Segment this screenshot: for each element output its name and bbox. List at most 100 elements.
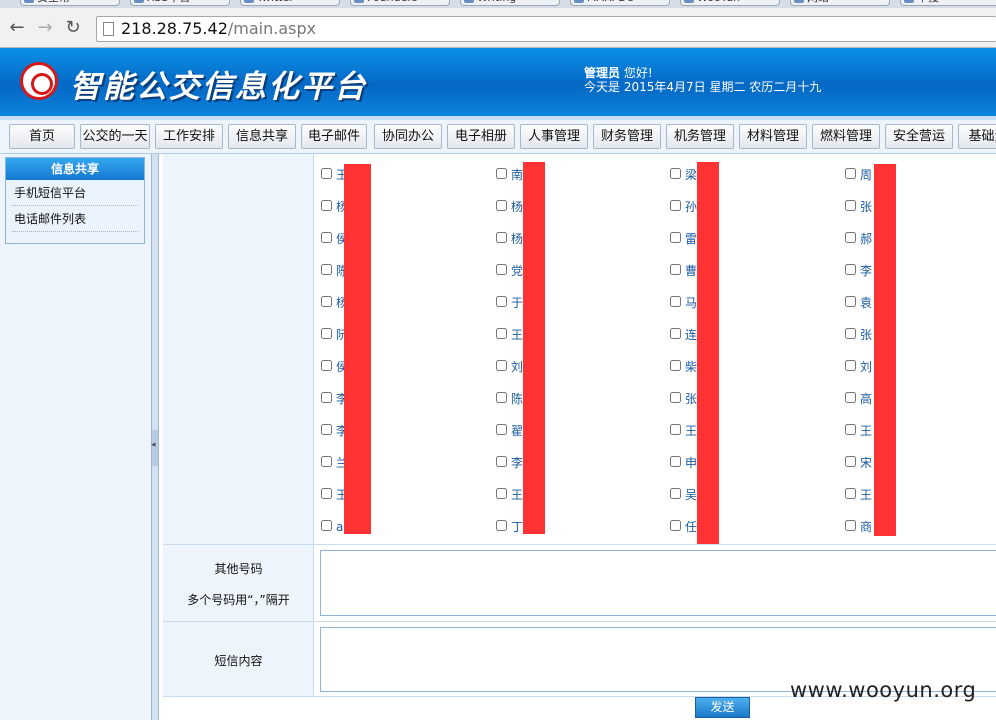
recipient-checkbox[interactable] [496,520,507,531]
recipient-checkbox[interactable] [496,360,507,371]
menu-item[interactable]: 安全营运 [885,124,953,149]
recipient-checkbox[interactable] [670,360,681,371]
recipient-checkbox[interactable] [845,424,856,435]
tab-close-icon[interactable]: ✕ [767,0,775,4]
recipient-checkbox[interactable] [496,456,507,467]
recipient-checkbox[interactable] [670,328,681,339]
recipient-checkbox[interactable] [845,520,856,531]
recipient-checkbox[interactable] [845,168,856,179]
menu-item[interactable]: 机务管理 [666,124,734,149]
recipient-checkbox[interactable] [496,392,507,403]
menu-item[interactable]: 电子相册 [447,124,515,149]
recipient-name: 雷 [685,232,698,246]
recipient-checkbox[interactable] [496,296,507,307]
recipient-checkbox[interactable] [321,520,332,531]
recipient-checkbox[interactable] [845,488,856,499]
recipient-checkbox[interactable] [496,488,507,499]
recipient-checkbox[interactable] [845,232,856,243]
recipient-checkbox[interactable] [670,168,681,179]
browser-tab[interactable]: Founders ✕ [350,0,450,6]
recipient-checkbox[interactable] [496,264,507,275]
recipient-checkbox[interactable] [670,424,681,435]
recipient-checkbox[interactable] [670,296,681,307]
sidebar-splitter[interactable] [151,154,159,720]
tab-close-icon[interactable]: ✕ [987,0,995,4]
sms-content-label: 短信内容 [214,654,263,668]
browser-tab[interactable]: XSS平台 ✕ [130,0,230,6]
recipient-checkbox[interactable] [321,200,332,211]
send-button[interactable]: 发送 [695,697,750,718]
recipient-checkbox[interactable] [496,424,507,435]
tab-label: 安全帮 [37,0,70,4]
browser-tab[interactable]: Twitter ✕ [240,0,340,6]
recipient-checkbox[interactable] [321,264,332,275]
browser-tab[interactable]: MAR. De ✕ [570,0,670,6]
recipient-checkbox[interactable] [321,296,332,307]
menu-item[interactable]: 燃料管理 [812,124,880,149]
browser-tab-strip: 安全帮✕XSS平台✕Twitter✕Founders✕Writing✕MAR. … [0,0,996,8]
recipient-checkbox[interactable] [670,200,681,211]
collapse-sidebar-icon[interactable] [151,430,158,466]
browser-tab[interactable]: 安全帮 ✕ [20,0,120,6]
recipient-checkbox[interactable] [321,360,332,371]
browser-tab[interactable]: 网络 ✕ [790,0,890,6]
recipient-checkbox[interactable] [321,424,332,435]
recipient-checkbox[interactable] [670,520,681,531]
menu-item[interactable]: 电子邮件 [301,124,367,149]
recipient-checkbox[interactable] [321,232,332,243]
recipient-checkbox[interactable] [670,264,681,275]
menu-item[interactable]: 材料管理 [739,124,807,149]
address-bar[interactable]: 218.28.75.42/main.aspx [96,16,996,42]
sidebar-link-phone-email-list[interactable]: 电话邮件列表 [12,206,138,232]
tab-close-icon[interactable]: ✕ [437,0,445,4]
menu-item[interactable]: 基础资 [958,124,996,149]
recipient-name: 李 [511,456,524,470]
recipient-checkbox[interactable] [496,328,507,339]
recipient-checkbox[interactable] [845,328,856,339]
recipient-checkbox[interactable] [845,392,856,403]
menu-item[interactable]: 人事管理 [520,124,588,149]
recipient-checkbox[interactable] [496,232,507,243]
browser-tab[interactable]: Writing ✕ [460,0,560,6]
menu-item[interactable]: 财务管理 [593,124,661,149]
tab-close-icon[interactable]: ✕ [547,0,555,4]
recipient-checkbox[interactable] [845,360,856,371]
menu-item[interactable]: 协同办公 [374,124,442,149]
recipient-checkbox[interactable] [496,200,507,211]
recipient-name: 曹 [685,264,698,278]
recipient-checkbox[interactable] [670,392,681,403]
greeting-text: 您好! [623,66,653,80]
browser-tab[interactable]: 中搜 ✕ [900,0,996,6]
menu-item[interactable]: 信息共享 [228,124,296,149]
recipient-checkbox[interactable] [321,488,332,499]
forward-arrow-icon[interactable]: → [34,17,56,39]
recipient-checkbox[interactable] [670,488,681,499]
other-numbers-input[interactable] [320,550,996,616]
recipient-checkbox[interactable] [321,392,332,403]
tab-close-icon[interactable]: ✕ [657,0,665,4]
tab-close-icon[interactable]: ✕ [217,0,225,4]
browser-tab[interactable]: WooYun ✕ [680,0,780,6]
recipient-checkbox[interactable] [845,296,856,307]
sidebar: 信息共享 手机短信平台 电话邮件列表 [0,154,151,720]
menu-item[interactable]: 公交的一天 [80,124,150,149]
tab-close-icon[interactable]: ✕ [107,0,115,4]
sidebar-link-sms-platform[interactable]: 手机短信平台 [12,180,138,206]
recipient-checkbox[interactable] [321,168,332,179]
menu-item[interactable]: 工作安排 [155,124,223,149]
recipient-checkbox[interactable] [321,328,332,339]
recipient-checkbox[interactable] [670,456,681,467]
recipient-checkbox[interactable] [496,168,507,179]
back-arrow-icon[interactable]: ← [6,17,28,39]
recipient-checkbox[interactable] [845,264,856,275]
recipient-checkbox[interactable] [670,232,681,243]
tab-close-icon[interactable]: ✕ [877,0,885,4]
url-text[interactable]: 218.28.75.42/main.aspx [121,19,316,39]
recipient-checkbox[interactable] [845,456,856,467]
reload-icon[interactable]: ↻ [62,17,84,39]
menu-item[interactable]: 首页 [9,124,75,149]
recipient-checkbox[interactable] [845,200,856,211]
recipient-checkbox[interactable] [321,456,332,467]
recipient-name: 于 [511,296,524,310]
tab-close-icon[interactable]: ✕ [327,0,335,4]
